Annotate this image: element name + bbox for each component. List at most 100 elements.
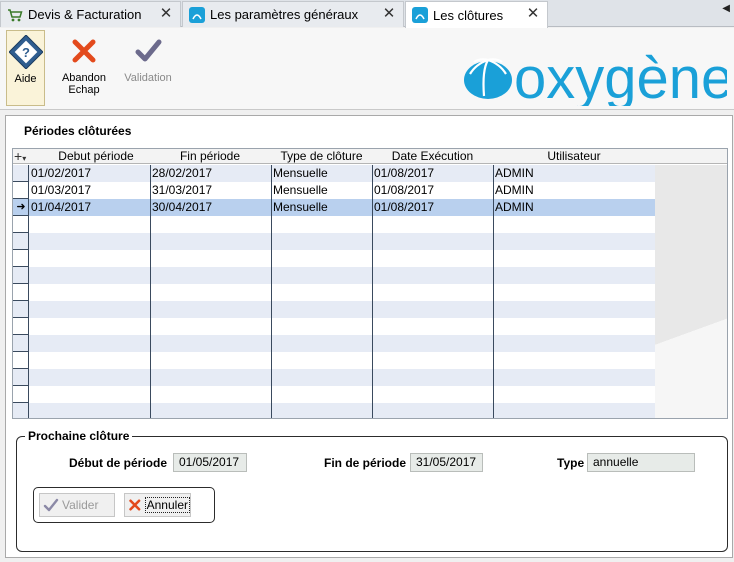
table-cell[interactable]: 01/03/2017 [29, 182, 150, 199]
action-buttons-group: Valider Annuler [33, 487, 215, 523]
debut-periode-label: Début de période [69, 456, 168, 470]
current-row-arrow-icon: ➜ [16, 201, 26, 213]
row-indicator [13, 182, 29, 199]
row-indicator [13, 284, 29, 301]
column-divider [493, 165, 494, 418]
aide-button[interactable]: ? Aide [6, 30, 45, 106]
tab-clotures[interactable]: Les clôtures ✕ [405, 1, 548, 28]
row-indicator [13, 352, 29, 369]
oxygene-app-icon [412, 7, 428, 23]
table-row[interactable] [13, 267, 655, 284]
toolbar: ? Aide Abandon Echap Validation oxygène [0, 28, 734, 110]
table-cell[interactable]: Mensuelle [271, 165, 372, 182]
table-cell[interactable]: 01/08/2017 [372, 165, 493, 182]
section-title-periodes: Périodes clôturées [24, 124, 132, 138]
table-cell[interactable]: 01/08/2017 [372, 199, 493, 216]
column-divider [372, 165, 373, 418]
table-cell[interactable]: ADMIN [493, 165, 655, 182]
tab-bar: Devis & Facturation ✕ Les paramètres gén… [0, 0, 734, 28]
cancel-x-icon [72, 39, 96, 63]
abandon-shortcut: Echap [68, 84, 100, 96]
row-indicator [13, 267, 29, 284]
table-row[interactable] [13, 318, 655, 335]
debut-periode-field: 01/05/2017 [173, 453, 247, 472]
table-cell[interactable]: 31/03/2017 [150, 182, 271, 199]
close-icon[interactable]: ✕ [381, 6, 397, 22]
row-indicator [13, 301, 29, 318]
table-cell[interactable]: 30/04/2017 [150, 199, 271, 216]
group-legend: Prochaine clôture [25, 429, 133, 443]
type-field: annuelle [587, 453, 695, 472]
svg-text:?: ? [22, 45, 30, 60]
validation-label: Validation [124, 72, 172, 84]
table-row[interactable] [13, 301, 655, 318]
prochaine-cloture-group: Prochaine clôture Début de période 01/05… [16, 429, 728, 552]
valider-label: Valider [62, 498, 99, 512]
table-cell[interactable]: Mensuelle [271, 199, 372, 216]
header-utilisateur[interactable]: Utilisateur [493, 149, 655, 164]
row-indicator [13, 335, 29, 352]
cart-icon [8, 8, 23, 21]
grid-body: 01/02/2017 28/02/2017 Mensuelle 01/08/2017 A… [13, 165, 655, 418]
header-execution[interactable]: Date Exécution [372, 149, 493, 164]
row-indicator [13, 165, 29, 182]
table-row[interactable] [13, 284, 655, 301]
oxygene-logo: oxygène [464, 46, 727, 106]
tab-label: Les clôtures [433, 7, 504, 23]
help-icon: ? [8, 35, 43, 69]
row-indicator [13, 403, 29, 418]
table-cell[interactable]: 01/02/2017 [29, 165, 150, 182]
header-fin[interactable]: Fin période [150, 149, 270, 164]
table-cell[interactable]: ADMIN [493, 199, 655, 216]
header-debut[interactable]: Debut période [29, 149, 163, 164]
column-divider [271, 165, 272, 418]
row-indicator [13, 369, 29, 386]
type-label: Type [557, 456, 585, 470]
table-row[interactable] [13, 233, 655, 250]
grid-header: +▾ Debut période Fin période Type de clô… [13, 149, 727, 164]
tab-parametres-generaux[interactable]: Les paramètres généraux ✕ [182, 1, 404, 27]
fin-periode-label: Fin de période [324, 456, 407, 470]
tab-scroll-right-icon[interactable]: ◀ [722, 3, 730, 14]
table-row[interactable]: 01/02/2017 28/02/2017 Mensuelle 01/08/2017 A… [13, 165, 655, 182]
table-row[interactable] [13, 369, 655, 386]
annuler-button[interactable]: Annuler [124, 493, 191, 517]
valider-button[interactable]: Valider [39, 493, 115, 517]
table-row[interactable]: ➜ 01/04/2017 30/04/2017 Mensuelle 01/08/2017… [13, 199, 655, 216]
column-divider [28, 165, 29, 418]
table-cell[interactable]: 28/02/2017 [150, 165, 271, 182]
fin-periode-field: 31/05/2017 [410, 453, 483, 472]
checkmark-icon [135, 39, 162, 62]
table-cell[interactable]: ADMIN [493, 182, 655, 199]
table-cell[interactable]: 01/04/2017 [29, 199, 150, 216]
table-cell[interactable]: Mensuelle [271, 182, 372, 199]
annuler-label: Annuler [144, 497, 190, 513]
table-row[interactable] [13, 386, 655, 403]
periodes-grid[interactable]: +▾ Debut période Fin période Type de clô… [12, 148, 728, 419]
cancel-x-icon [129, 499, 141, 511]
abandon-button[interactable]: Abandon Echap [58, 30, 110, 106]
close-icon[interactable]: ✕ [158, 6, 174, 22]
checkmark-icon [43, 498, 59, 512]
aide-label: Aide [14, 73, 37, 85]
row-indicator [13, 318, 29, 335]
row-indicator [13, 216, 29, 233]
column-divider [150, 165, 151, 418]
validation-button[interactable]: Validation [120, 30, 176, 106]
table-row[interactable] [13, 216, 655, 233]
add-column-icon[interactable]: +▾ [14, 149, 26, 164]
oxygene-app-icon [189, 6, 205, 23]
tab-label: Devis & Facturation [28, 7, 142, 22]
logo-text: oxygène [514, 46, 727, 106]
row-indicator [13, 233, 29, 250]
table-row[interactable] [13, 352, 655, 369]
table-row[interactable] [13, 403, 655, 418]
row-indicator [13, 386, 29, 403]
close-icon[interactable]: ✕ [525, 6, 541, 22]
table-row[interactable] [13, 335, 655, 352]
table-cell[interactable]: 01/08/2017 [372, 182, 493, 199]
tab-devis-facturation[interactable]: Devis & Facturation ✕ [0, 1, 181, 27]
table-row[interactable] [13, 250, 655, 267]
header-type[interactable]: Type de clôture [271, 149, 372, 164]
table-row[interactable]: 01/03/2017 31/03/2017 Mensuelle 01/08/2017 A… [13, 182, 655, 199]
